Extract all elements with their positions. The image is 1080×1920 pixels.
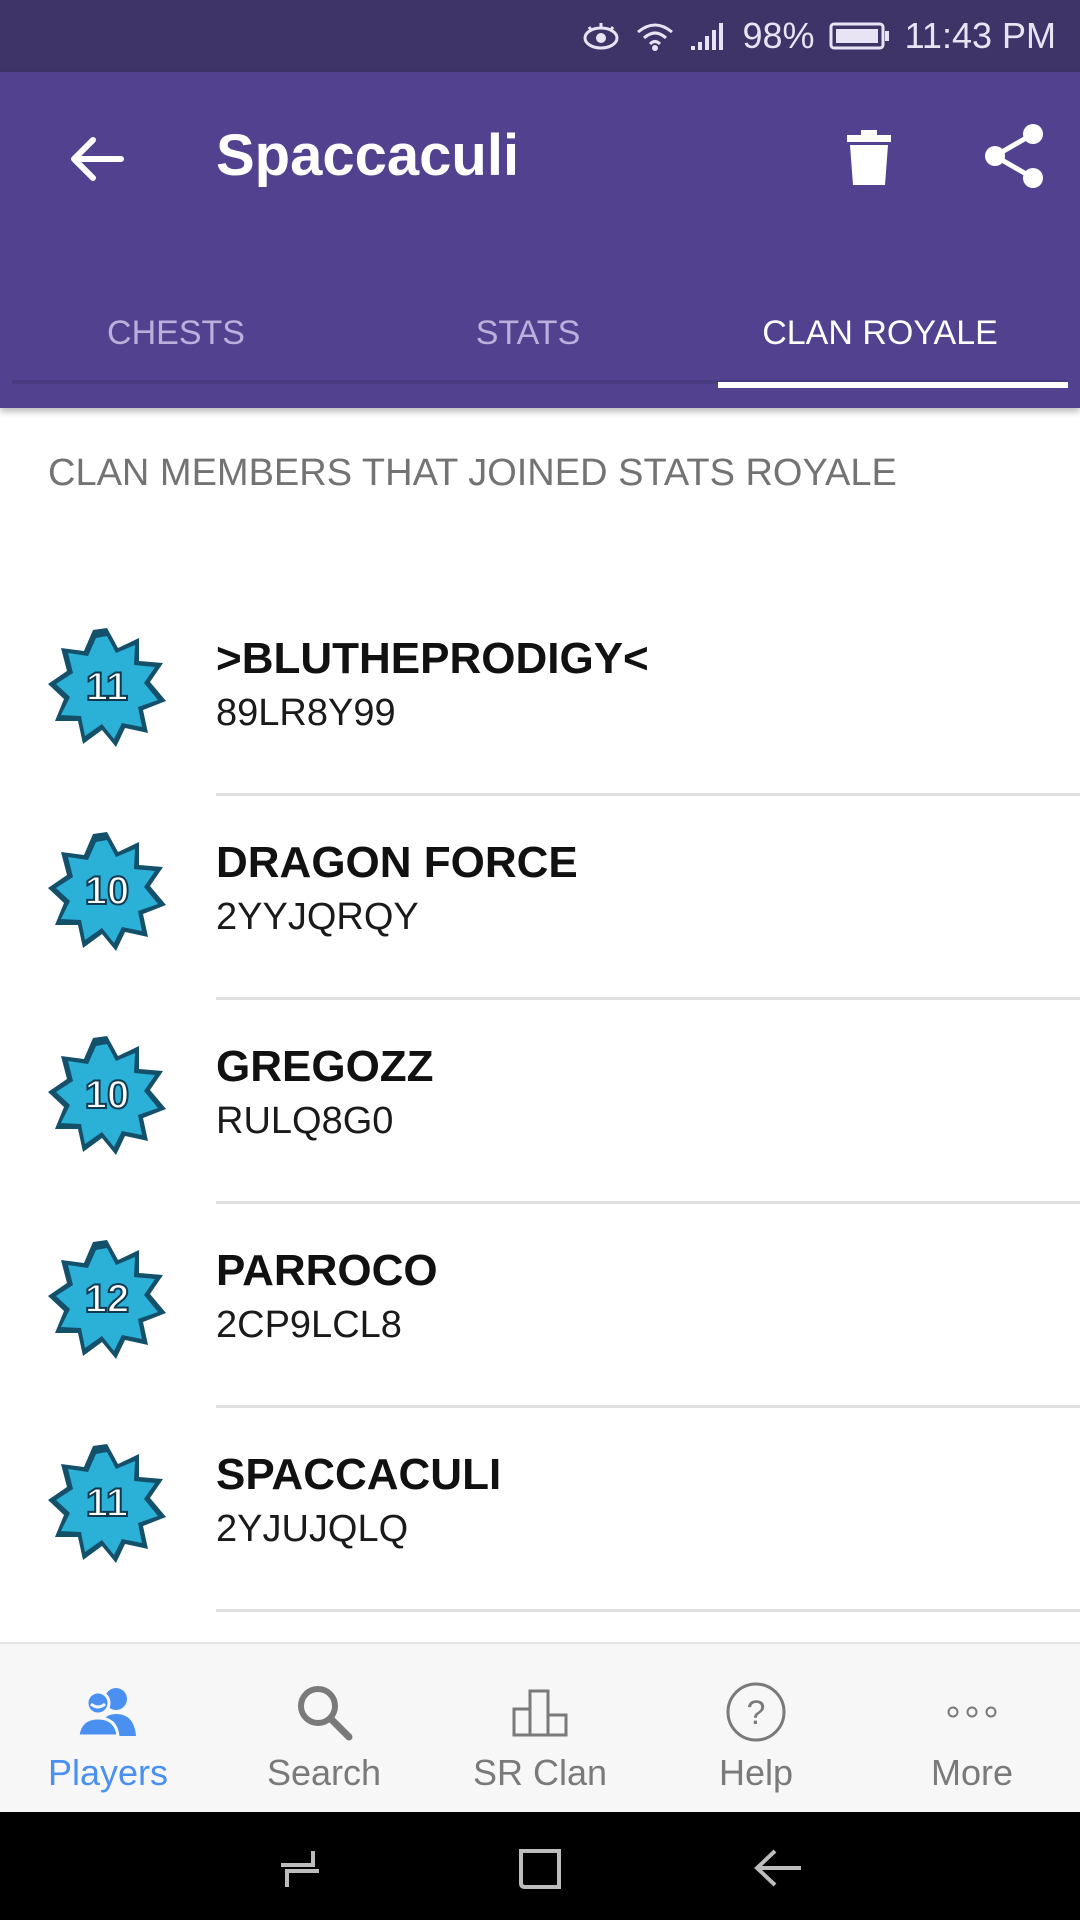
tab-stats[interactable]: STATS bbox=[352, 282, 704, 408]
home-icon bbox=[519, 1849, 561, 1889]
wifi-icon bbox=[635, 20, 675, 52]
app-bar: Spaccaculi CHESTS STATS CLAN ROYALE bbox=[0, 72, 1080, 408]
more-icon bbox=[937, 1680, 1007, 1744]
tab-clan-royale[interactable]: CLAN ROYALE bbox=[704, 282, 1056, 408]
nav-label: Help bbox=[718, 1752, 794, 1793]
list-item[interactable]: 10 DRAGON FORCE 2YYJQRQY bbox=[0, 804, 1080, 1008]
search-icon bbox=[289, 1680, 359, 1744]
section-header: CLAN MEMBERS THAT JOINED STATS ROYALE bbox=[48, 452, 897, 494]
list-item[interactable]: 12 PARROCO 2CP9LCL8 bbox=[0, 1212, 1080, 1416]
signal-icon bbox=[689, 20, 729, 52]
back-nav-button[interactable] bbox=[748, 1840, 808, 1896]
back-button[interactable] bbox=[62, 124, 132, 194]
nav-help[interactable]: ? Help bbox=[648, 1644, 864, 1814]
level-badge-icon: 10 bbox=[48, 832, 166, 951]
divider bbox=[216, 997, 1080, 1000]
delete-button[interactable] bbox=[836, 120, 902, 196]
member-name: GREGOZZ bbox=[216, 1042, 434, 1091]
level-value: 10 bbox=[85, 869, 130, 913]
divider bbox=[216, 1405, 1080, 1408]
back-nav-icon bbox=[754, 1849, 801, 1887]
eye-comfort-icon bbox=[581, 21, 621, 51]
help-icon: ? bbox=[721, 1680, 791, 1744]
member-list: 11 >BLUTHEPRODIGY< 89LR8Y99 10 DRAGON FO… bbox=[0, 600, 1080, 1620]
page-title: Spaccaculi bbox=[216, 123, 520, 188]
member-tag: RULQ8G0 bbox=[216, 1100, 394, 1142]
nav-players[interactable]: Players bbox=[0, 1644, 216, 1814]
clock: 11:43 PM bbox=[904, 15, 1056, 56]
battery-icon bbox=[829, 21, 891, 51]
level-value: 11 bbox=[86, 665, 128, 709]
member-tag: 2YYJQRQY bbox=[216, 896, 419, 938]
list-item[interactable]: 11 SPACCACULI 2YJUJQLQ bbox=[0, 1416, 1080, 1620]
arrow-left-icon bbox=[71, 137, 124, 181]
nav-search[interactable]: Search bbox=[216, 1644, 432, 1814]
member-tag: 2YJUJQLQ bbox=[216, 1508, 409, 1550]
bottom-nav: Players Search SR Clan ? Help More bbox=[0, 1642, 1080, 1814]
recent-apps-button[interactable] bbox=[270, 1840, 330, 1896]
list-item[interactable]: 10 GREGOZZ RULQ8G0 bbox=[0, 1008, 1080, 1212]
system-nav-bar bbox=[0, 1812, 1080, 1920]
sr-clan-icon bbox=[505, 1680, 575, 1744]
tab-bar: CHESTS STATS CLAN ROYALE bbox=[0, 282, 1080, 408]
battery-percent: 98% bbox=[742, 15, 815, 56]
level-badge-icon: 12 bbox=[48, 1240, 166, 1359]
level-badge-icon: 11 bbox=[48, 1444, 166, 1563]
players-icon bbox=[73, 1680, 143, 1744]
member-tag: 89LR8Y99 bbox=[216, 692, 396, 734]
svg-text:?: ? bbox=[747, 1694, 766, 1732]
level-badge-icon: 11 bbox=[48, 628, 166, 747]
member-name: SPACCACULI bbox=[216, 1450, 502, 1499]
divider bbox=[216, 1609, 1080, 1612]
nav-label: SR Clan bbox=[472, 1752, 608, 1793]
level-value: 11 bbox=[86, 1481, 128, 1525]
nav-label: Search bbox=[266, 1752, 382, 1793]
share-button[interactable] bbox=[978, 116, 1050, 196]
home-button[interactable] bbox=[510, 1840, 570, 1896]
tab-chests[interactable]: CHESTS bbox=[0, 282, 352, 408]
member-name: >BLUTHEPRODIGY< bbox=[216, 634, 649, 683]
member-name: PARROCO bbox=[216, 1246, 438, 1295]
list-item[interactable]: 11 >BLUTHEPRODIGY< 89LR8Y99 bbox=[0, 600, 1080, 804]
trash-icon bbox=[847, 130, 891, 185]
level-badge-icon: 10 bbox=[48, 1036, 166, 1155]
divider bbox=[216, 1201, 1080, 1204]
status-bar: 98% 11:43 PM bbox=[0, 0, 1080, 72]
member-tag: 2CP9LCL8 bbox=[216, 1304, 402, 1346]
share-icon bbox=[985, 124, 1043, 188]
member-name: DRAGON FORCE bbox=[216, 838, 578, 887]
nav-label: More bbox=[930, 1752, 1014, 1793]
tab-active-indicator bbox=[718, 382, 1068, 388]
recent-apps-icon bbox=[281, 1851, 319, 1887]
nav-label: Players bbox=[47, 1752, 169, 1793]
nav-more[interactable]: More bbox=[864, 1644, 1080, 1814]
level-value: 12 bbox=[85, 1277, 130, 1321]
nav-sr-clan[interactable]: SR Clan bbox=[432, 1644, 648, 1814]
divider bbox=[216, 793, 1080, 796]
level-value: 10 bbox=[85, 1073, 130, 1117]
